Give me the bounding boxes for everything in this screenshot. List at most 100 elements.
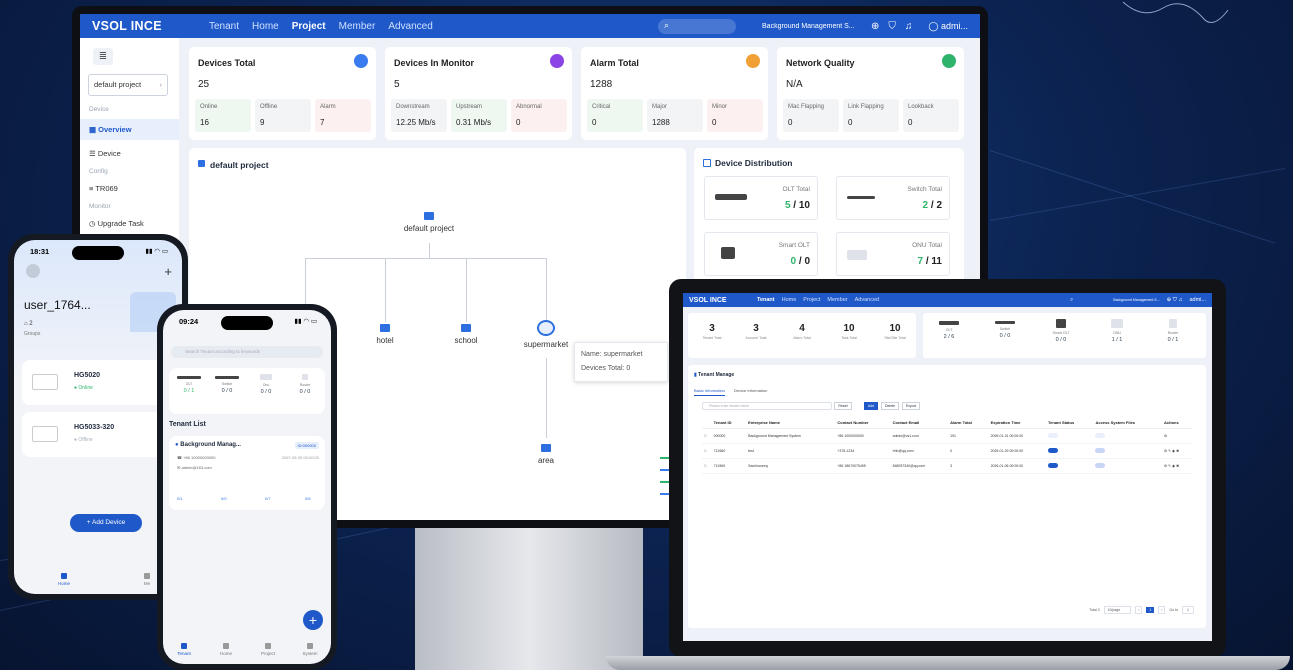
nav-home[interactable]: Home <box>782 297 797 303</box>
table-row[interactable]: □ 712660 test +375-1234 hhh@qq.com 0 202… <box>702 443 1192 459</box>
delete-button[interactable]: Delete <box>881 402 899 410</box>
sub-label: Alarm <box>320 104 336 110</box>
row-checkbox[interactable]: □ <box>702 443 712 459</box>
topology-node-school[interactable]: school <box>446 324 486 345</box>
cell-contact-number: +86 18670075495 <box>835 458 891 474</box>
col-expiration-time[interactable]: Expiration Time <box>988 417 1047 429</box>
row-checkbox[interactable]: □ <box>702 458 712 474</box>
tenant-card[interactable]: ● Background Manag... ID:000000 ☎ +86 10… <box>169 436 325 510</box>
tab-device-information[interactable]: Device Information <box>734 388 767 393</box>
table-row[interactable]: □ 711969 Sachinconny +86 18670075495 848… <box>702 458 1192 474</box>
card-title: Devices Total <box>198 58 256 68</box>
tab-project[interactable]: Project <box>253 643 283 656</box>
sidebar-item-device[interactable]: ☰ Device <box>80 140 179 158</box>
tab-system[interactable]: System <box>295 643 325 656</box>
user-name: admi... <box>940 20 968 31</box>
avatar[interactable] <box>26 264 40 278</box>
status-toggle[interactable] <box>1048 463 1059 468</box>
files-toggle[interactable] <box>1095 463 1106 468</box>
tab-home[interactable]: Home <box>211 643 241 656</box>
next-page-button[interactable]: › <box>1158 606 1166 614</box>
nav-member[interactable]: Member <box>827 297 847 303</box>
home-icon <box>223 643 229 649</box>
reset-button[interactable]: Reset <box>834 402 852 410</box>
cell-contact-number: +86 1000000000 <box>835 428 891 444</box>
switch-total-box[interactable]: Switch Total 2 / 2 <box>836 176 950 220</box>
export-button[interactable]: Export <box>902 402 920 410</box>
globe-icon[interactable]: ⊕ ⛉ ♫ <box>1167 297 1183 304</box>
sidebar-item-upgrade[interactable]: ◷ Upgrade Task <box>80 210 179 228</box>
device-card-hg5020[interactable]: HG5020 ● Online <box>22 360 170 405</box>
topology-node-hotel[interactable]: hotel <box>365 324 405 345</box>
row-checkbox[interactable]: □ <box>702 428 712 444</box>
olt-total-box[interactable]: OLT Total 5 / 10 <box>704 176 818 220</box>
nav-search[interactable]: ⌕ <box>658 18 737 34</box>
current-page[interactable]: 1 <box>1146 607 1155 613</box>
tenant-search-input[interactable]: Please enter tenant name <box>702 402 832 410</box>
sub-downstream: Downstream 12.25 Mb/s <box>391 99 447 132</box>
project-icon <box>265 643 271 649</box>
network-node-icon <box>461 324 471 332</box>
add-tenant-button[interactable]: + <box>303 610 323 630</box>
onu-total-box[interactable]: ONU Total 7 / 11 <box>836 232 950 276</box>
person-icon <box>144 573 150 579</box>
device-card-hg5033[interactable]: HG5033-320 ● Offline <box>22 412 170 457</box>
tooltip-name-value: supermarket <box>603 351 643 358</box>
sidebar-item-tr069[interactable]: ≡ TR069 <box>80 175 179 193</box>
nav-tenant[interactable]: Tenant <box>757 297 775 303</box>
goto-input[interactable]: 1 <box>1182 606 1194 614</box>
col-tenant-id[interactable]: Tenant ID <box>711 417 747 429</box>
nav-advanced[interactable]: Advanced <box>388 21 432 32</box>
project-selector[interactable]: default project › <box>88 74 168 96</box>
page-size-select[interactable]: 10/page <box>1103 606 1132 614</box>
action-icon[interactable]: ⚙ ✎ ◉ ✖ <box>1164 464 1179 468</box>
nav-home[interactable]: Home <box>252 21 279 32</box>
tree-line <box>305 258 546 259</box>
topology-root-node[interactable]: default project <box>389 212 469 233</box>
table-row[interactable]: □ 000000 Background Management System +8… <box>702 428 1192 444</box>
router-device-icon <box>32 374 58 390</box>
topology-node-area[interactable]: area <box>526 444 566 465</box>
menu-toggle-icon[interactable]: ≣ <box>93 48 113 65</box>
tenant-search-input[interactable]: Search Tenant according to keywords <box>171 346 323 358</box>
nav-tenant[interactable]: Tenant <box>209 21 239 32</box>
user-menu[interactable]: ◯ admi... <box>928 21 968 32</box>
sub-value: 1288 <box>652 118 670 127</box>
network-node-icon <box>541 444 551 452</box>
add-icon[interactable]: + <box>164 264 172 279</box>
tree-line <box>466 258 467 322</box>
nav-advanced[interactable]: Advanced <box>855 297 879 303</box>
switch-device-icon <box>847 196 875 199</box>
nav-project[interactable]: Project <box>803 297 820 303</box>
add-device-button[interactable]: + Add Device <box>70 514 142 532</box>
topology-node-supermarket[interactable]: supermarket <box>516 320 576 349</box>
add-button[interactable]: Add <box>864 402 878 410</box>
shirt-icon[interactable]: ⛉ <box>888 21 896 32</box>
bell-icon[interactable]: ♫ <box>905 21 913 32</box>
cell-enterprise-name: Sachinconny <box>746 458 836 474</box>
user-menu[interactable]: admi... <box>1189 297 1206 303</box>
globe-icon[interactable]: ⊕ <box>871 21 879 32</box>
smart-olt-box[interactable]: Smart OLT 0 / 0 <box>704 232 818 276</box>
action-icon[interactable]: ⚙ ✎ ◉ ✖ <box>1164 449 1179 453</box>
files-toggle[interactable] <box>1095 433 1106 438</box>
tab-home[interactable]: Home <box>49 573 79 586</box>
tenant-date: 2097-09-30 00:00:00 <box>281 455 319 460</box>
tree-line <box>429 243 430 258</box>
prev-page-button[interactable]: ‹ <box>1135 606 1143 614</box>
tab-basic-information[interactable]: Basic Information <box>694 388 725 396</box>
org-selector[interactable]: Background Management S... <box>1113 298 1159 302</box>
status-toggle[interactable] <box>1048 433 1059 438</box>
status-toggle[interactable] <box>1048 448 1059 453</box>
device-value: 0 / 0 <box>299 389 311 395</box>
sub-value: 0.31 Mb/s <box>456 118 492 127</box>
nav-member[interactable]: Member <box>339 21 376 32</box>
tab-tenant[interactable]: Tenant <box>169 643 199 656</box>
nav-project[interactable]: Project <box>292 21 326 32</box>
action-icon[interactable]: ⚙ <box>1164 434 1167 438</box>
device-value: 1 / 1 <box>1111 337 1123 343</box>
sidebar-item-overview[interactable]: ▦ Overview <box>80 119 179 140</box>
search-icon[interactable]: ⌕ <box>1070 297 1073 304</box>
files-toggle[interactable] <box>1095 448 1106 453</box>
org-selector[interactable]: Background Management S... <box>762 23 862 30</box>
